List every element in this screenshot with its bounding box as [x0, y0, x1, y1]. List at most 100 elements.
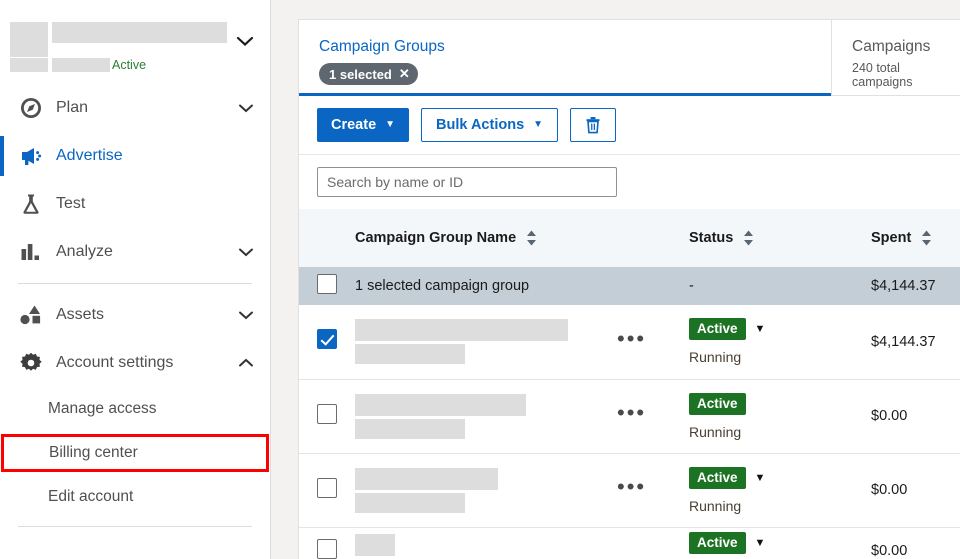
- table-row[interactable]: ••• Active ▼ Running $0.00: [299, 453, 960, 527]
- sidebar-subitem-billing-center[interactable]: Billing center: [1, 434, 269, 472]
- row-status-cell: Active ▼ Running: [689, 305, 829, 379]
- row-spent-cell: $0.00: [829, 453, 960, 527]
- chevron-down-icon[interactable]: [236, 305, 256, 325]
- summary-checkbox[interactable]: [317, 274, 337, 294]
- sidebar-item-analyze[interactable]: Analyze: [0, 228, 270, 276]
- sort-icon[interactable]: [742, 228, 755, 248]
- campaign-group-name-redacted: [355, 533, 395, 556]
- table-row[interactable]: ••• Active ▼ Running $4,144.37: [299, 305, 960, 379]
- sidebar: Active Plan Advertise Test Analyze Asset…: [0, 0, 271, 559]
- row-checkbox-cell: [299, 527, 355, 559]
- table-header: Campaign Group Name Status Spent: [299, 209, 960, 267]
- caret-down-icon: ▼: [385, 119, 396, 130]
- tab-campaigns[interactable]: Campaigns 240 total campaigns: [831, 20, 960, 96]
- account-name-redacted: [52, 22, 227, 43]
- more-options-icon[interactable]: •••: [617, 326, 646, 351]
- chevron-down-icon[interactable]: [234, 30, 256, 52]
- row-name-cell: [355, 305, 617, 379]
- row-menu-cell: [617, 527, 689, 559]
- status-detail: Running: [689, 497, 742, 514]
- gear-icon: [18, 350, 44, 376]
- row-spent-cell: $0.00: [829, 379, 960, 453]
- status-badge: Active: [689, 318, 746, 341]
- sidebar-item-account-settings[interactable]: Account settings: [0, 339, 270, 387]
- sidebar-item-plan[interactable]: Plan: [0, 84, 270, 132]
- row-status-cell: Active ▼ Running: [689, 453, 829, 527]
- sidebar-subitem-label: Billing center: [49, 444, 138, 461]
- sidebar-divider: [18, 283, 252, 284]
- search-area: [299, 155, 960, 209]
- status-badge: Active: [689, 531, 746, 554]
- header-menu-col: [617, 209, 689, 267]
- row-checkbox[interactable]: [317, 538, 337, 559]
- header-spent[interactable]: Spent: [829, 209, 960, 267]
- sidebar-subitem-edit-account[interactable]: Edit account: [0, 475, 270, 519]
- chevron-up-icon[interactable]: [236, 353, 256, 373]
- row-checkbox[interactable]: [317, 477, 337, 498]
- sidebar-item-test[interactable]: Test: [0, 180, 270, 228]
- header-status[interactable]: Status: [689, 209, 829, 267]
- summary-spent-cell: $4,144.37: [871, 278, 936, 294]
- sidebar-divider-bottom: [18, 526, 252, 527]
- more-options-icon[interactable]: •••: [617, 474, 646, 499]
- tab-label: Campaign Groups: [319, 38, 445, 55]
- account-switcher[interactable]: Active: [0, 0, 270, 84]
- account-identity: Active: [10, 22, 232, 72]
- sort-icon[interactable]: [525, 228, 538, 248]
- row-checkbox[interactable]: [317, 329, 337, 350]
- action-toolbar: Create ▼ Bulk Actions ▼: [299, 96, 960, 155]
- app-root: Active Plan Advertise Test Analyze Asset…: [0, 0, 960, 559]
- shapes-icon: [18, 302, 44, 328]
- account-name-row: [10, 22, 232, 57]
- caret-down-icon: ▼: [533, 119, 544, 130]
- main-panel: Campaign Groups 1 selected ✕ Campaigns 2…: [298, 19, 960, 559]
- bulk-actions-button[interactable]: Bulk Actions ▼: [421, 108, 559, 142]
- account-logo-redacted-lower: [10, 58, 48, 72]
- chevron-down-icon[interactable]: [236, 98, 256, 118]
- tab-campaign-groups[interactable]: Campaign Groups 1 selected ✕: [299, 20, 831, 96]
- row-checkbox[interactable]: [317, 403, 337, 424]
- compass-icon: [18, 95, 44, 121]
- table-row[interactable]: ••• Active Running $0.00: [299, 379, 960, 453]
- spent-value: $0.00: [871, 482, 908, 498]
- summary-row: 1 selected campaign group - $4,144.37: [299, 267, 960, 305]
- campaign-group-name-redacted: [355, 393, 526, 416]
- row-name-cell: [355, 379, 617, 453]
- trash-icon: [585, 116, 601, 134]
- campaign-groups-table: Campaign Group Name Status Spent 1 selec…: [299, 209, 960, 559]
- campaign-group-name-redacted: [355, 467, 498, 490]
- megaphone-icon: [18, 143, 44, 169]
- account-id-redacted: [52, 58, 110, 72]
- account-status-row: Active: [10, 58, 232, 72]
- row-spent-cell: $4,144.37: [829, 305, 960, 379]
- delete-button[interactable]: [570, 108, 617, 142]
- create-button-label: Create: [331, 117, 377, 133]
- campaign-group-id-redacted: [355, 418, 465, 439]
- status-badge: Active: [689, 466, 746, 489]
- header-campaign-group-name[interactable]: Campaign Group Name: [355, 209, 617, 267]
- summary-name-cell: 1 selected campaign group: [355, 278, 530, 294]
- sort-icon[interactable]: [920, 228, 933, 248]
- search-input[interactable]: [317, 167, 617, 197]
- sidebar-subitem-manage-access[interactable]: Manage access: [0, 387, 270, 431]
- selected-filter-pill[interactable]: 1 selected ✕: [319, 63, 418, 85]
- table-row[interactable]: Active ▼ $0.00: [299, 527, 960, 559]
- sidebar-item-assets[interactable]: Assets: [0, 291, 270, 339]
- chevron-down-icon[interactable]: [236, 242, 256, 262]
- caret-down-icon[interactable]: ▼: [755, 537, 766, 549]
- close-icon[interactable]: ✕: [399, 66, 410, 82]
- spent-value: $0.00: [871, 408, 908, 424]
- sidebar-item-label: Test: [56, 195, 86, 212]
- sidebar-item-advertise[interactable]: Advertise: [0, 132, 270, 180]
- tab-bar: Campaign Groups 1 selected ✕ Campaigns 2…: [299, 20, 960, 96]
- caret-down-icon[interactable]: ▼: [755, 323, 766, 335]
- more-options-icon[interactable]: •••: [617, 400, 646, 425]
- primary-nav: Plan Advertise Test Analyze Assets Accou…: [0, 84, 270, 527]
- spent-value: $0.00: [871, 542, 908, 559]
- row-checkbox-cell: [299, 379, 355, 453]
- caret-down-icon[interactable]: ▼: [755, 472, 766, 484]
- bar-chart-icon: [18, 239, 44, 265]
- create-button[interactable]: Create ▼: [317, 108, 410, 142]
- summary-checkbox-cell: [299, 267, 355, 305]
- tab-subtitle: 240 total campaigns: [852, 61, 913, 89]
